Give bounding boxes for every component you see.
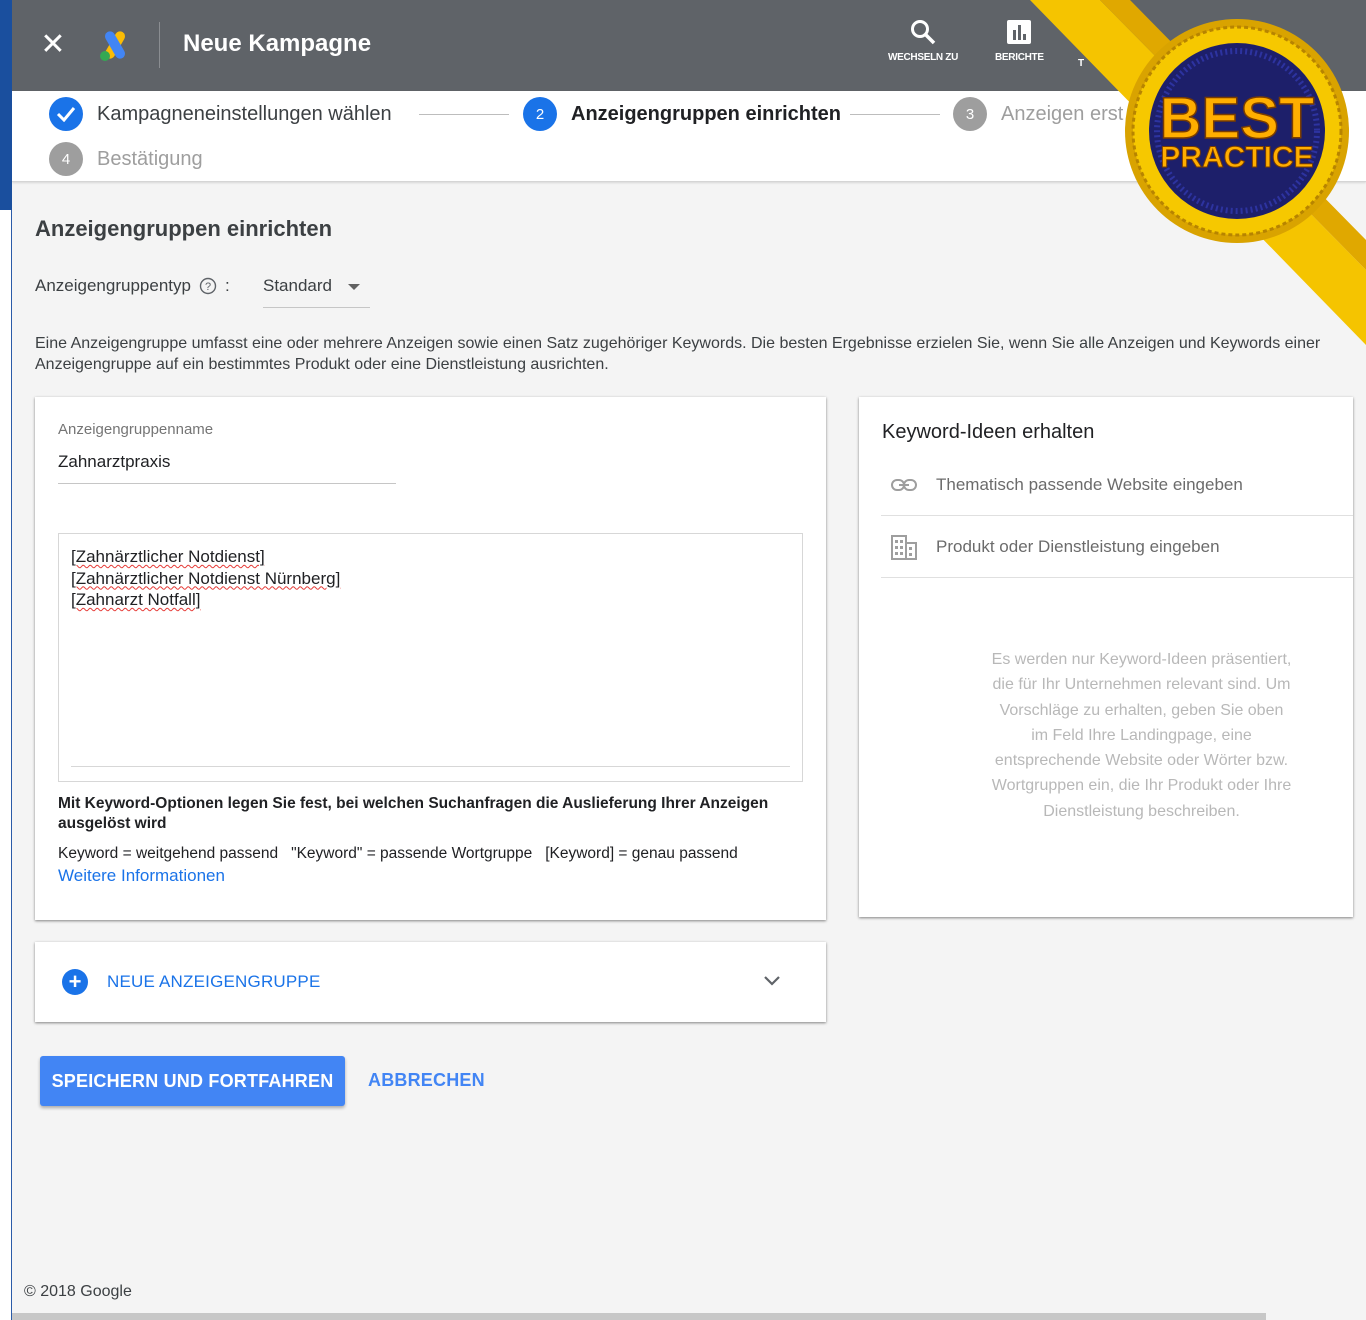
add-circle-icon: + <box>62 969 88 995</box>
reports-label: BERICHTE <box>995 52 1044 63</box>
step-ads[interactable]: 3 Anzeigen erst <box>953 97 1123 131</box>
textarea-underline <box>71 766 790 767</box>
section-title: Anzeigengruppen einrichten <box>35 216 333 241</box>
link-icon <box>891 478 917 491</box>
website-input[interactable]: Thematisch passende Website eingeben <box>881 454 1353 516</box>
step-adgroups[interactable]: 2 Anzeigengruppen einrichten <box>523 97 841 131</box>
adgroup-type-separator: : <box>224 276 230 295</box>
website-placeholder: Thematisch passende Website eingeben <box>936 474 1243 494</box>
step-label: Anzeigen erst <box>1001 102 1124 125</box>
tools-label: T <box>1078 58 1084 69</box>
step-label: Kampagneneinstellungen wählen <box>97 102 392 125</box>
switch-to-label: WECHSELN ZU <box>888 52 959 63</box>
more-info-link[interactable]: Weitere Informationen <box>58 866 225 886</box>
close-icon[interactable]: ✕ <box>38 28 68 62</box>
save-continue-button[interactable]: SPEICHERN UND FORTFAHREN <box>40 1056 345 1106</box>
reports-button[interactable]: BERICHTE <box>995 18 1044 63</box>
step-confirmation[interactable]: 4 Bestätigung <box>49 142 203 176</box>
step-number: 2 <box>523 97 557 131</box>
campaign-stepper: Kampagneneinstellungen wählen 2 Anzeigen… <box>12 91 1366 182</box>
keyword-ideas-title: Keyword-Ideen erhalten <box>882 421 1095 443</box>
product-input[interactable]: Produkt oder Dienstleistung eingeben <box>881 516 1353 578</box>
horizontal-scrollbar[interactable] <box>12 1313 1266 1320</box>
adgroup-type-label: Anzeigengruppentyp <box>35 276 191 295</box>
step-connector <box>850 114 940 115</box>
adgroup-card: Anzeigengruppenname Zahnarztpraxis [Zahn… <box>35 397 826 920</box>
page-title: Neue Kampagne <box>183 30 372 57</box>
step-label: Anzeigengruppen einrichten <box>571 102 842 125</box>
keyword-ideas-card: Keyword-Ideen erhalten Thematisch passen… <box>859 397 1353 917</box>
step-connector <box>419 114 509 115</box>
tools-button[interactable]: T <box>1078 58 1084 69</box>
adgroup-type-select[interactable]: Standard <box>263 276 370 308</box>
step-number: 3 <box>953 97 987 131</box>
help-icon[interactable]: ? <box>199 277 217 295</box>
check-icon <box>49 97 83 131</box>
divider <box>159 22 160 68</box>
keyword-options-title: Mit Keyword-Optionen legen Sie fest, bei… <box>58 795 769 832</box>
building-icon <box>891 534 917 560</box>
product-placeholder: Produkt oder Dienstleistung eingeben <box>936 536 1220 556</box>
intro-text: Eine Anzeigengruppe umfasst eine oder me… <box>35 335 1321 373</box>
adgroup-name-input[interactable]: Zahnarztpraxis <box>58 452 396 484</box>
reports-icon <box>1007 20 1032 44</box>
adgroup-type-value: Standard <box>263 276 332 295</box>
cancel-button[interactable]: ABBRECHEN <box>368 1070 485 1091</box>
step-label: Bestätigung <box>97 147 203 170</box>
svg-text:?: ? <box>205 281 211 293</box>
new-adgroup-label: NEUE ANZEIGENGRUPPE <box>107 972 321 991</box>
adgroup-name-label: Anzeigengruppenname <box>58 421 214 438</box>
step-number: 4 <box>49 142 83 176</box>
window-left-edge <box>0 0 12 1320</box>
google-ads-logo-icon <box>100 31 125 61</box>
chevron-down-icon[interactable] <box>763 974 781 988</box>
step-campaign-settings[interactable]: Kampagneneinstellungen wählen <box>49 97 392 131</box>
keywords-textarea[interactable]: [Zahnärztlicher Notdienst] [Zahnärztlich… <box>58 533 803 782</box>
keyword-ideas-note: Es werden nur Keyword-Ideen präsentiert,… <box>991 651 1292 820</box>
search-icon <box>911 20 936 45</box>
switch-to-button[interactable]: WECHSELN ZU <box>888 18 958 63</box>
keyword-options-description: Keyword = weitgehend passend "Keyword" =… <box>58 845 738 862</box>
adgroup-type-row: Anzeigengruppentyp ? : <box>35 276 230 296</box>
keyword-line: [Zahnarzt Notfall] <box>71 590 201 609</box>
copyright-footer: © 2018 Google <box>24 1283 132 1300</box>
dropdown-arrow-icon <box>348 284 360 290</box>
keyword-line: [Zahnärztlicher Notdienst Nürnberg] <box>71 568 341 588</box>
app-bar: ✕ Neue Kampagne WECHSELN ZU BERICHTE T <box>12 0 1366 91</box>
new-adgroup-row[interactable]: + NEUE ANZEIGENGRUPPE <box>35 942 826 1022</box>
keyword-line: [Zahnärztlicher Notdienst] <box>71 547 265 566</box>
